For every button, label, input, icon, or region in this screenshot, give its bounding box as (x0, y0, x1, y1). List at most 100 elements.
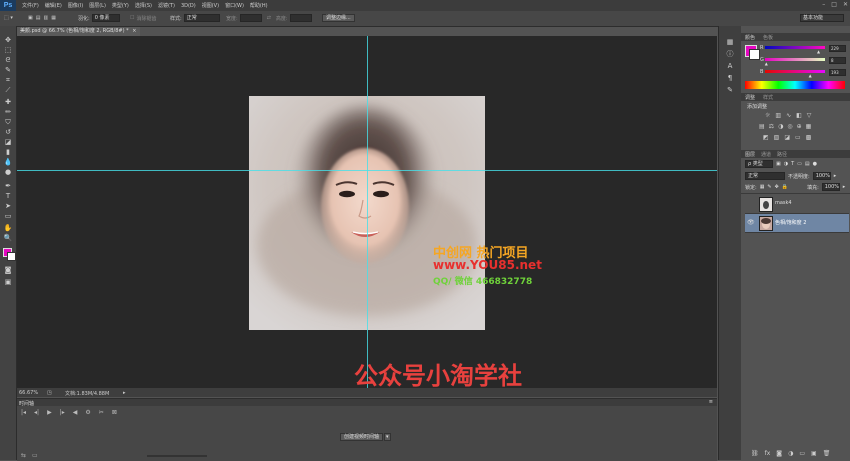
tab-layers[interactable]: 图层 (745, 151, 755, 158)
new-group-icon[interactable]: ▭ (799, 450, 805, 457)
layer-row-selected[interactable]: 👁 色相/饱和度 2 (745, 214, 849, 233)
workspace-select[interactable]: 基本功能 (800, 14, 844, 22)
layer-kind-select[interactable]: ρ 类型 (745, 160, 773, 168)
lasso-tool-icon[interactable]: ᘓ (3, 56, 13, 64)
hue-saturation-icon[interactable]: ▤ (759, 123, 765, 130)
eyedropper-tool-icon[interactable]: ⟋ (3, 86, 13, 94)
invert-icon[interactable]: ◩ (763, 134, 769, 141)
doc-info-icon[interactable]: ◳ (47, 390, 52, 396)
antialias-checkbox[interactable]: ☐ (130, 15, 134, 21)
tab-channels[interactable]: 通道 (761, 151, 771, 158)
exposure-icon[interactable]: ◧ (796, 112, 802, 119)
brush-tool-icon[interactable]: ✏ (3, 108, 13, 116)
visibility-eye-icon[interactable]: 👁 (747, 219, 755, 226)
type-tool-icon[interactable]: T (3, 192, 13, 200)
menu-help[interactable]: 帮助(H) (250, 2, 268, 9)
tab-color[interactable]: 颜色 (745, 34, 755, 41)
color-spectrum[interactable] (745, 81, 845, 89)
channel-g-handle-icon[interactable]: ▲ (765, 61, 768, 66)
lock-position-icon[interactable]: ✥ (775, 184, 779, 190)
history-icon[interactable]: ▦ (725, 38, 735, 46)
history-brush-tool-icon[interactable]: ↺ (3, 128, 13, 136)
add-mask-icon[interactable]: ◙ (776, 450, 782, 457)
close-icon[interactable]: ✕ (843, 1, 848, 8)
menu-image[interactable]: 图像(I) (68, 2, 83, 9)
color-balance-icon[interactable]: ⚖ (769, 123, 774, 130)
brush-presets-icon[interactable]: ✎ (725, 86, 735, 94)
minimize-icon[interactable]: – (822, 1, 825, 8)
paragraph-icon[interactable]: ¶ (725, 74, 735, 82)
settings-icon[interactable]: ⚙ (85, 409, 90, 416)
levels-icon[interactable]: ▥ (775, 112, 781, 119)
fill-input[interactable]: 100% (821, 183, 840, 191)
vibrance-icon[interactable]: ▽ (807, 112, 812, 119)
channel-r-value[interactable]: 229 (829, 45, 846, 52)
dodge-tool-icon[interactable]: ● (3, 168, 13, 176)
tab-close-icon[interactable]: × (132, 28, 136, 34)
channel-mixer-icon[interactable]: ⊕ (797, 123, 802, 130)
healing-brush-tool-icon[interactable]: ✚ (3, 98, 13, 106)
channel-b-value[interactable]: 193 (829, 69, 846, 76)
info-icon[interactable]: ⓘ (725, 50, 735, 58)
intersect-selection-icon[interactable]: ▦ (51, 15, 56, 21)
refine-edge-button[interactable]: 调整边缘... (322, 14, 355, 22)
crop-tool-icon[interactable]: ⌗ (3, 76, 13, 84)
clone-stamp-tool-icon[interactable]: ⛉ (3, 118, 13, 126)
split-icon[interactable]: ✂ (99, 409, 104, 416)
menu-select[interactable]: 选择(S) (135, 2, 152, 9)
filter-adjust-icon[interactable]: ◑ (784, 161, 788, 167)
lock-all-icon[interactable]: 🔒 (782, 184, 788, 190)
color-lookup-icon[interactable]: ▦ (806, 123, 812, 130)
selective-color-icon[interactable]: ▩ (806, 134, 812, 141)
maximize-icon[interactable]: □ (831, 1, 837, 8)
menu-edit[interactable]: 编辑(E) (45, 2, 62, 9)
width-input[interactable] (239, 14, 262, 22)
menu-filter[interactable]: 滤镜(T) (158, 2, 175, 9)
feather-input[interactable]: 0 像素 (91, 14, 120, 22)
style-select[interactable]: 正常 (183, 14, 220, 22)
channel-r-slider[interactable] (765, 46, 825, 49)
menu-window[interactable]: 窗口(W) (225, 2, 244, 9)
audio-icon[interactable]: ◀ (73, 409, 78, 416)
brightness-icon[interactable]: ☼ (765, 112, 770, 119)
first-frame-icon[interactable]: |◂ (21, 409, 26, 416)
lock-paint-icon[interactable]: ✎ (767, 184, 771, 190)
marquee-tool-icon[interactable]: ⬚ (3, 46, 13, 54)
channel-b-slider[interactable] (765, 70, 825, 73)
tab-styles[interactable]: 样式 (763, 94, 773, 101)
posterize-icon[interactable]: ▧ (774, 134, 780, 141)
quick-select-tool-icon[interactable]: ✎ (3, 66, 13, 74)
curves-icon[interactable]: ∿ (786, 112, 791, 119)
delete-layer-icon[interactable]: 🗑 (823, 450, 831, 457)
play-icon[interactable]: ▶ (47, 409, 52, 416)
lock-pixels-icon[interactable]: ▦ (760, 184, 765, 190)
menu-layer[interactable]: 图层(L) (89, 2, 106, 9)
height-input[interactable] (289, 14, 312, 22)
tab-paths[interactable]: 路径 (777, 151, 787, 158)
character-icon[interactable]: A (725, 62, 735, 70)
filter-type-icon[interactable]: T (791, 161, 794, 167)
channel-r-handle-icon[interactable]: ▲ (817, 49, 820, 54)
vertical-guide[interactable] (367, 36, 368, 388)
timeline-dropdown-icon[interactable]: ▾ (384, 433, 391, 441)
swap-icon[interactable]: ⇄ (267, 15, 271, 21)
pen-tool-icon[interactable]: ✒ (3, 182, 13, 190)
black-white-icon[interactable]: ◑ (778, 123, 783, 130)
gradient-map-icon[interactable]: ▭ (795, 134, 801, 141)
new-selection-icon[interactable]: ▣ (28, 15, 33, 21)
status-arrow-icon[interactable]: ▸ (123, 390, 126, 396)
filter-pixel-icon[interactable]: ▣ (776, 161, 781, 167)
channel-b-handle-icon[interactable]: ▲ (809, 73, 812, 78)
create-video-timeline-button[interactable]: 创建视频时间轴 (340, 433, 384, 441)
new-layer-icon[interactable]: ▣ (811, 450, 817, 457)
menu-file[interactable]: 文件(F) (22, 2, 39, 9)
tab-swatches[interactable]: 色板 (763, 34, 773, 41)
subtract-selection-icon[interactable]: ▥ (43, 15, 48, 21)
zoom-level[interactable]: 66.67% (19, 390, 38, 396)
layer-row[interactable]: mask4 (745, 195, 849, 214)
prev-frame-icon[interactable]: ◂| (34, 409, 39, 416)
blur-tool-icon[interactable]: 💧 (3, 158, 13, 166)
transition-icon[interactable]: ⊠ (112, 409, 117, 416)
eraser-tool-icon[interactable]: ◪ (3, 138, 13, 146)
gradient-tool-icon[interactable]: ▮ (3, 148, 13, 156)
